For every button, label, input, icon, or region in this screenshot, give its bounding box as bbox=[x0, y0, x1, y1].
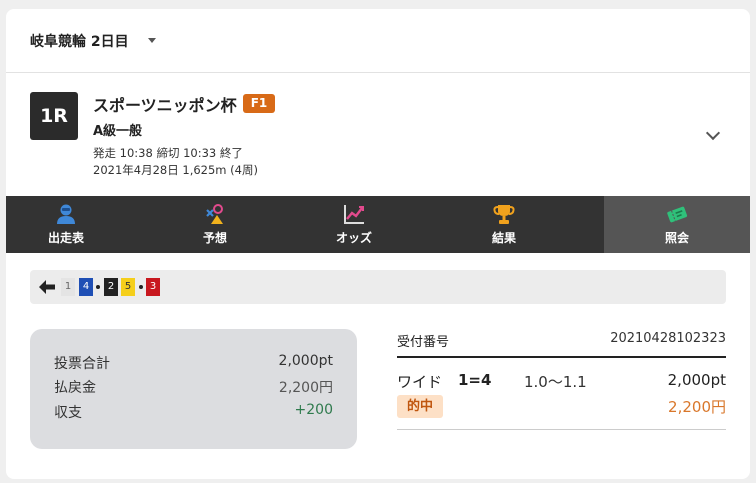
tab-label: 照会 bbox=[664, 231, 689, 245]
ticket-icon bbox=[667, 206, 688, 223]
separator-dot bbox=[139, 285, 143, 289]
tab-entries[interactable]: 出走表 bbox=[6, 196, 126, 253]
tab-inquiry[interactable]: 照会 bbox=[604, 196, 750, 253]
race-times: 発走 10:38 締切 10:33 終了 bbox=[93, 146, 243, 160]
race-name: スポーツニッポン杯 bbox=[93, 96, 237, 115]
arrow-left-icon[interactable] bbox=[39, 280, 55, 294]
tab-label: 出走表 bbox=[47, 231, 84, 245]
rider-icon bbox=[57, 204, 75, 224]
tab-label: オッズ bbox=[335, 231, 372, 245]
receipt-number-value: 20210428102323 bbox=[610, 331, 726, 346]
caret-down-icon[interactable] bbox=[148, 38, 156, 43]
venue-day-selector[interactable]: 岐阜競輪 2日目 bbox=[30, 31, 129, 51]
payout-label: 払戻金 bbox=[54, 380, 96, 396]
bike-number-5: 5 bbox=[121, 278, 135, 296]
receipt-header: 受付番号 20210428102323 bbox=[397, 329, 726, 358]
bet-combination: 1=4 bbox=[458, 371, 492, 389]
race-date-distance: 2021年4月28日 1,625m (4周) bbox=[93, 163, 258, 177]
tab-odds[interactable]: オッズ bbox=[304, 196, 404, 253]
race-number-badge: 1R bbox=[30, 92, 78, 140]
balance-value: +200 bbox=[294, 402, 333, 418]
venue-header: 岐阜競輪 2日目 bbox=[6, 9, 750, 73]
bike-number-3: 3 bbox=[146, 278, 160, 296]
bet-amount: 2,000pt bbox=[667, 371, 726, 389]
trophy-icon bbox=[493, 205, 515, 224]
grade-badge: F1 bbox=[243, 94, 275, 113]
race-card: 岐阜競輪 2日目 1R スポーツニッポン杯 F1 A級一般 発走 10:38 締… bbox=[6, 9, 750, 479]
payout-value: 2,200円 bbox=[278, 380, 333, 396]
prediction-icon bbox=[206, 204, 223, 224]
bike-number-1: 1 bbox=[61, 278, 75, 296]
bike-number-2: 2 bbox=[104, 278, 118, 296]
bet-summary-box: 投票合計 2,000pt 払戻金 2,200円 収支 +200 bbox=[30, 329, 357, 449]
balance-label: 収支 bbox=[54, 405, 82, 421]
tab-bar: 出走表 予想 オッズ 結果 照会 bbox=[6, 196, 750, 253]
bet-odds: 1.0〜1.1 bbox=[524, 373, 587, 391]
total-bet-value: 2,000pt bbox=[278, 353, 333, 369]
odds-chart-icon bbox=[344, 205, 364, 224]
receipt-number-label: 受付番号 bbox=[397, 335, 450, 350]
tab-label: 結果 bbox=[491, 231, 516, 245]
race-class: A級一般 bbox=[93, 124, 143, 139]
separator-dot bbox=[96, 285, 100, 289]
hit-badge: 的中 bbox=[397, 395, 443, 418]
bet-payout: 2,200円 bbox=[668, 398, 726, 416]
bet-type: ワイド bbox=[397, 373, 443, 391]
tab-results[interactable]: 結果 bbox=[404, 196, 604, 253]
chevron-down-icon[interactable] bbox=[705, 125, 721, 141]
tab-label: 予想 bbox=[202, 231, 227, 245]
tab-prediction[interactable]: 予想 bbox=[126, 196, 304, 253]
race-info: 1R スポーツニッポン杯 F1 A級一般 発走 10:38 締切 10:33 終… bbox=[6, 74, 750, 196]
bike-number-4: 4 bbox=[79, 278, 93, 296]
total-bet-label: 投票合計 bbox=[54, 356, 110, 372]
bet-line: ワイド 1=4 1.0〜1.1 2,000pt 的中 2,200円 bbox=[397, 359, 726, 430]
bet-selection-strip: 1 4 2 5 3 bbox=[30, 270, 726, 304]
